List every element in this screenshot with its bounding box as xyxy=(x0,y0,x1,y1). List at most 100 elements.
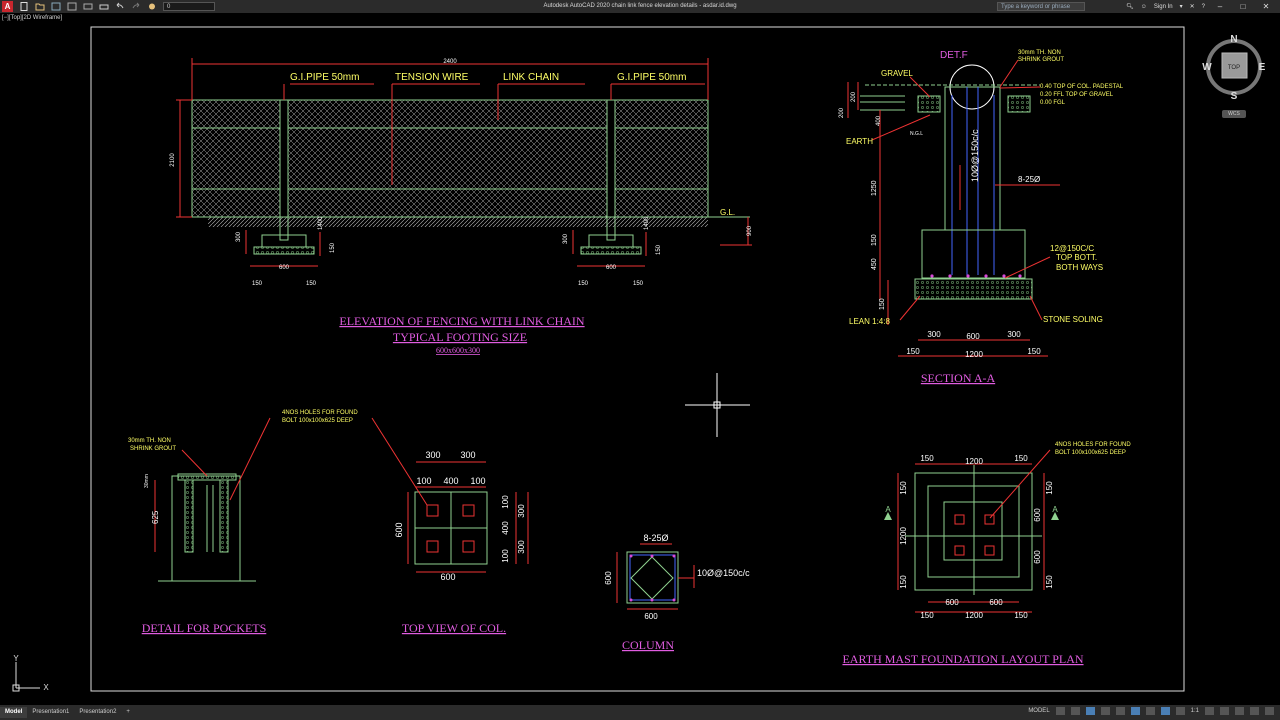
sec-dim-200a: 200 xyxy=(839,107,845,118)
ucs-x-label: X xyxy=(43,683,49,692)
sec-dim-600: 600 xyxy=(966,332,980,341)
tab-presentation1[interactable]: Presentation1 xyxy=(27,707,74,718)
new-file-icon[interactable] xyxy=(19,2,29,11)
top-view-title: TOP VIEW OF COL. xyxy=(402,621,506,635)
dim-2400: 2400 xyxy=(443,59,457,65)
viewcube-top[interactable]: TOP xyxy=(1228,65,1240,71)
section-title: SECTION A-A xyxy=(921,371,996,385)
section-marker-left: A xyxy=(885,505,891,514)
plan-bottom-1200: 1200 xyxy=(965,611,983,620)
det-f-label: DET.F xyxy=(940,50,968,61)
search-input[interactable]: Type a keyword or phrase xyxy=(997,2,1085,11)
search-icon[interactable]: 🔍︎ xyxy=(1126,3,1134,10)
maximize-button[interactable]: □ xyxy=(1235,2,1251,11)
view-cube[interactable]: TOP N S W E xyxy=(1202,34,1265,102)
isodraft-icon[interactable] xyxy=(1115,707,1125,715)
tv-top-300b: 300 xyxy=(460,450,475,460)
tab-presentation2[interactable]: Presentation2 xyxy=(74,707,121,718)
mesh-label-1: 12@150C/C xyxy=(1050,244,1094,253)
add-layout-button[interactable]: + xyxy=(121,707,135,718)
viewcube-north[interactable]: N xyxy=(1230,34,1237,45)
clean-screen-icon[interactable] xyxy=(1250,707,1259,715)
column-dim-600-bottom: 600 xyxy=(644,612,658,621)
tv-left-600: 600 xyxy=(394,522,404,537)
plot-icon[interactable] xyxy=(99,2,109,11)
undo-icon[interactable] xyxy=(115,2,125,11)
dim-2100: 2100 xyxy=(170,153,176,167)
dim-600-left: 600 xyxy=(279,265,290,271)
plus-icon[interactable] xyxy=(1220,707,1229,715)
plan-right-150a: 150 xyxy=(1045,481,1054,495)
plan-title: EARTH MAST FOUNDATION LAYOUT PLAN xyxy=(842,652,1083,666)
tv-right-300a: 300 xyxy=(517,504,526,518)
units-icon[interactable] xyxy=(1235,707,1244,715)
soling-label: STONE SOLING xyxy=(1043,315,1103,324)
tv-bottom-600: 600 xyxy=(440,572,455,582)
viewcube-south[interactable]: S xyxy=(1231,91,1238,102)
label-gl: G.L. xyxy=(720,208,735,217)
sec-dim-150d: 150 xyxy=(1027,347,1041,356)
dim-300-right: 300 xyxy=(563,233,569,244)
selection-cycling-icon[interactable] xyxy=(1160,707,1170,715)
plan-right-600b: 600 xyxy=(1033,550,1042,564)
polar-icon[interactable] xyxy=(1100,707,1110,715)
chevron-down-icon[interactable]: ▾ xyxy=(1180,3,1183,10)
autodesk-app-icon[interactable]: ✕ xyxy=(1190,3,1195,10)
tab-model[interactable]: Model xyxy=(0,707,28,718)
sec-dim-400: 400 xyxy=(876,115,882,126)
viewcube-west[interactable]: W xyxy=(1202,62,1212,73)
snap-icon[interactable] xyxy=(1070,707,1080,715)
plan-left-1200: 1200 xyxy=(899,527,908,545)
label-link-chain: LINK CHAIN xyxy=(503,72,559,83)
column-stirrups: 10Ø@150c/c xyxy=(697,568,750,578)
section-marker-right: A xyxy=(1052,505,1058,514)
sec-dim-150b: 150 xyxy=(879,298,886,310)
stirrup-label: 10Ø@150c/c xyxy=(970,129,980,182)
wcs-menu[interactable]: WCS xyxy=(1222,110,1246,118)
close-button[interactable]: ✕ xyxy=(1258,2,1274,11)
dim-1400-right: 1400 xyxy=(644,216,650,230)
annotation-scale[interactable]: 1:1 xyxy=(1191,708,1199,714)
grid-icon[interactable] xyxy=(1055,707,1065,715)
workspace-selector[interactable]: 0 xyxy=(163,2,215,11)
customization-icon[interactable] xyxy=(1265,707,1274,715)
section-a-a: DET.F 30mm TH. NON SHRINK GROUT GRAVEL E… xyxy=(839,50,1124,385)
top-view-column: 300 300 100 400 100 600 100 400 100 300 … xyxy=(371,417,529,635)
save-icon[interactable] xyxy=(51,2,61,11)
quick-access-toolbar: A 0 xyxy=(0,1,215,12)
model-space-button[interactable]: MODEL xyxy=(1028,708,1049,714)
tv-right-300b: 300 xyxy=(517,540,526,554)
ortho-icon[interactable] xyxy=(1085,707,1095,715)
open-file-icon[interactable] xyxy=(35,2,45,11)
gear-icon[interactable] xyxy=(1205,707,1214,715)
title-bar: A 0 Autodesk AutoCAD 2020 chain link fen… xyxy=(0,0,1280,13)
web-mobile-icon[interactable] xyxy=(83,2,93,11)
lineweight-icon[interactable] xyxy=(1145,707,1155,715)
tv-row-100b: 100 xyxy=(470,476,485,486)
tv-right-100b: 100 xyxy=(501,549,510,563)
dim-600-right: 600 xyxy=(606,265,617,271)
level-1: 0.40 TOP OF COL. PADESTAL xyxy=(1040,84,1124,90)
user-icon: ☺ xyxy=(1140,3,1147,10)
plan-bottom-600b: 600 xyxy=(989,598,1003,607)
minimize-button[interactable]: – xyxy=(1212,2,1228,11)
pocket-grout-1: 30mm TH. NON xyxy=(128,438,171,444)
autocad-logo-icon[interactable]: A xyxy=(2,1,13,12)
pocket-detail: 4NOS HOLES FOR FOUND BOLT 100x100x625 DE… xyxy=(128,410,358,635)
elevation-title: ELEVATION OF FENCING WITH LINK CHAIN xyxy=(339,314,585,328)
redo-icon[interactable] xyxy=(131,2,141,11)
save-as-icon[interactable] xyxy=(67,2,77,11)
column-dim-600-left: 600 xyxy=(604,571,613,585)
sign-in-link[interactable]: Sign In xyxy=(1154,4,1173,10)
drawing-canvas[interactable]: 2400 2100 G.I.PIPE 50mm TENSION WIRE LIN… xyxy=(0,13,1280,705)
object-snap-icon[interactable] xyxy=(1130,707,1140,715)
mesh-label-2: TOP BOTT. xyxy=(1056,253,1097,262)
fence-elevation: 2400 2100 G.I.PIPE 50mm TENSION WIRE LIN… xyxy=(170,58,753,355)
annotation-visibility-icon[interactable] xyxy=(1175,707,1185,715)
dim-150-a: 150 xyxy=(252,281,263,287)
help-icon[interactable]: ? xyxy=(1202,4,1205,10)
viewcube-east[interactable]: E xyxy=(1259,62,1266,73)
plan-top-150a: 150 xyxy=(920,454,934,463)
plan-right-150b: 150 xyxy=(1045,575,1054,589)
workspace-icon[interactable] xyxy=(147,2,157,11)
